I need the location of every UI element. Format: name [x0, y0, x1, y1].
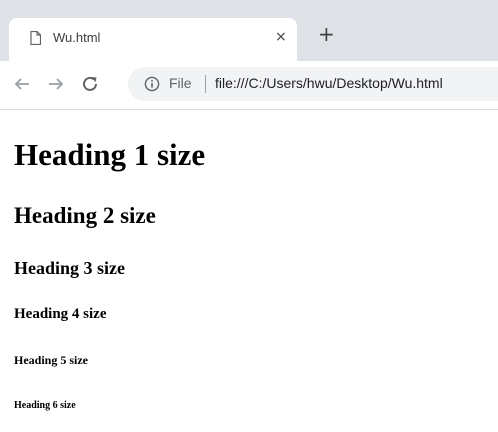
url-text[interactable]: file:///C:/Users/hwu/Desktop/Wu.html — [215, 75, 443, 91]
new-tab-button[interactable]: + — [318, 24, 335, 44]
heading-3: Heading 3 size — [14, 258, 125, 278]
omnibox-divider — [205, 75, 206, 93]
heading-5: Heading 5 size — [14, 353, 88, 367]
heading-6: Heading 6 size — [14, 400, 76, 411]
forward-button[interactable] — [44, 72, 68, 96]
page-content: Heading 1 size Heading 2 size Heading 3 … — [0, 110, 498, 432]
reload-button[interactable] — [78, 72, 102, 96]
info-icon[interactable] — [144, 76, 160, 92]
browser-titlebar: Wu.html × + — [0, 0, 498, 66]
heading-1: Heading 1 size — [14, 137, 206, 172]
back-button[interactable] — [10, 72, 34, 96]
arrow-right-icon — [49, 78, 64, 90]
address-bar[interactable]: File file:///C:/Users/hwu/Desktop/Wu.htm… — [128, 67, 498, 101]
document-icon — [30, 31, 41, 45]
arrow-left-icon — [14, 78, 29, 90]
heading-2: Heading 2 size — [14, 203, 156, 228]
tab-title: Wu.html — [53, 30, 101, 45]
heading-4: Heading 4 size — [14, 306, 107, 322]
tab-wu-html[interactable]: Wu.html × — [9, 18, 297, 61]
close-icon[interactable]: × — [275, 29, 287, 45]
scheme-label: File — [169, 75, 192, 91]
reload-icon — [83, 76, 97, 91]
browser-toolbar: File file:///C:/Users/hwu/Desktop/Wu.htm… — [0, 61, 498, 110]
